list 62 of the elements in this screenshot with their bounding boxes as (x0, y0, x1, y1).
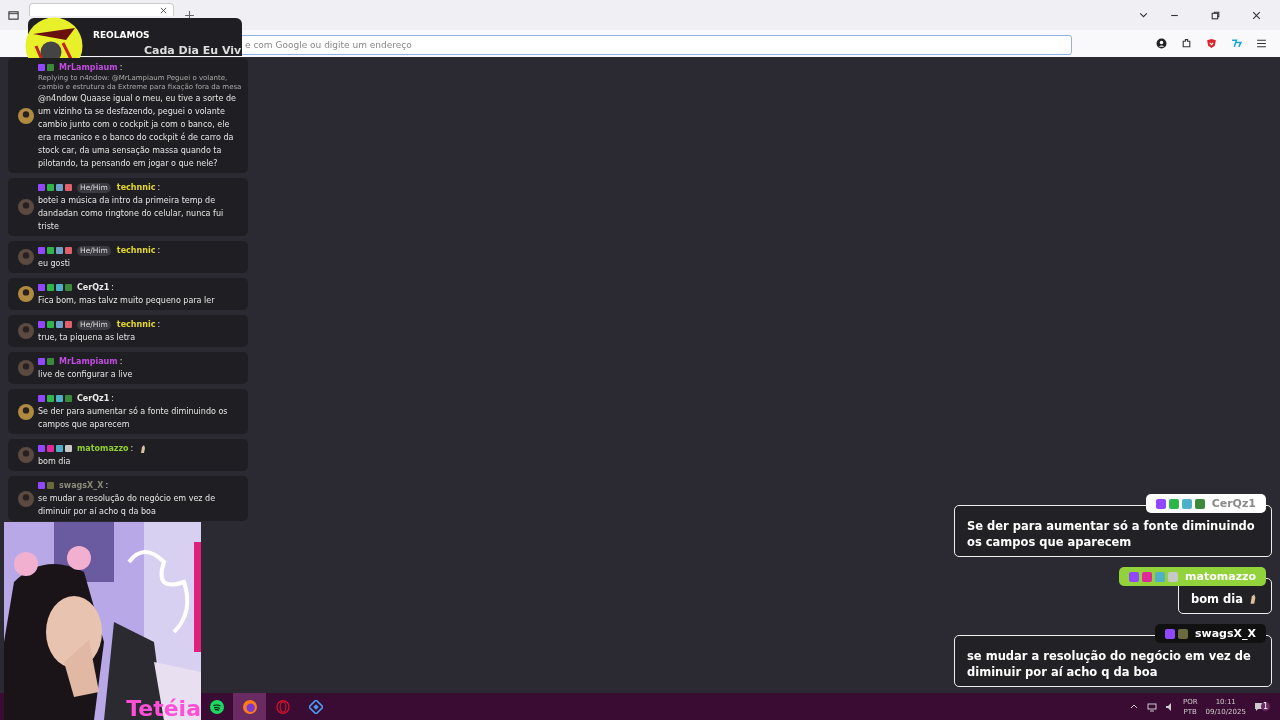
chat-bubble-icon (1253, 701, 1264, 712)
music-icon (209, 699, 224, 714)
avatar-icon (18, 286, 34, 302)
message-text: bom dia (38, 456, 72, 468)
username: CerQz1 (77, 282, 110, 294)
avatar-icon (18, 199, 34, 215)
browser-icon (242, 699, 257, 714)
network-icon[interactable] (1146, 701, 1157, 712)
message-text: true, ta piquena as letra (38, 332, 137, 344)
username: MrLampiaum (59, 356, 118, 368)
separator: : (119, 356, 123, 368)
extension-icon[interactable] (1181, 38, 1192, 49)
avatar-icon (18, 249, 34, 265)
username: matomazzo (77, 443, 129, 455)
username: swagsX_X (1195, 627, 1256, 640)
message-text: Se der para aumentar só a fonte diminuindo os campos que aparecem (38, 405, 229, 431)
address-field[interactable]: e com Google ou digite um endereço (240, 34, 1072, 55)
shield-icon[interactable] (1206, 38, 1217, 49)
avatar-icon (18, 490, 34, 507)
translate-icon[interactable] (1231, 38, 1242, 49)
avatar-icon (18, 107, 34, 124)
message-text: @n4ndow Quaase igual o meu, eu tive a sorte de um vizinho ta se desfazendo, peguei o volante cambio junto com o cockpit ja com o banco, ele era mecanico e o banco do cockpit é de carro da stock car, da uma sensação massa quando ta pilotando, ta pensando em jogar o que nele? (38, 93, 237, 170)
separator: : (105, 480, 109, 492)
tab-list-icon[interactable] (8, 9, 19, 21)
close-icon[interactable] (160, 6, 167, 14)
separator: : (111, 393, 114, 405)
separator: : (111, 282, 114, 294)
separator: : (130, 443, 134, 455)
close-icon[interactable] (1251, 9, 1262, 21)
message-text: botei a música da intro da primeira temp de dandadan como ringtone do celular, nunca fui triste (38, 195, 225, 233)
message-text: se mudar a resolução do negócio em vez de diminuir por aí acho q da boa (38, 492, 217, 518)
ring-icon (275, 699, 290, 714)
notification-button[interactable]: 1 (1253, 701, 1274, 712)
separator: : (157, 245, 161, 257)
avatar-icon (18, 447, 34, 463)
separator: : (119, 62, 123, 74)
message-text: bom dia (1190, 591, 1243, 607)
diamond-icon (308, 699, 323, 714)
notification-count: 1 (1260, 702, 1270, 711)
message-text: Se der para aumentar só a fonte diminuindo os campos que aparecem (967, 518, 1256, 550)
username: technnic (116, 182, 156, 194)
separator: : (157, 182, 161, 194)
avatar-icon (18, 403, 34, 420)
message-text: live de configurar a live (38, 369, 134, 381)
username: technnic (116, 319, 156, 331)
menu-icon[interactable] (1256, 38, 1267, 49)
restore-icon[interactable] (1210, 9, 1221, 21)
username: CerQz1 (1211, 497, 1256, 510)
username: matomazzo (1185, 570, 1256, 583)
message-text: se mudar a resolução do negócio em vez de diminuir por aí acho q da boa (967, 648, 1252, 680)
username: technnic (116, 245, 156, 257)
separator: : (157, 319, 161, 331)
avatar-icon (18, 323, 34, 339)
message-text: Fica bom, mas talvz muito pequeno para ler (38, 295, 216, 307)
channel-title: REOLAMOS (93, 30, 150, 40)
message-text: eu gosti (38, 258, 72, 270)
account-icon[interactable] (1156, 38, 1167, 49)
avatar-icon (18, 360, 34, 376)
username: swagsX_X (59, 480, 104, 492)
stream-subtitle: Cada Dia Eu Viv (144, 44, 242, 57)
username: CerQz1 (77, 393, 110, 405)
username: MrLampiaum (59, 62, 118, 74)
